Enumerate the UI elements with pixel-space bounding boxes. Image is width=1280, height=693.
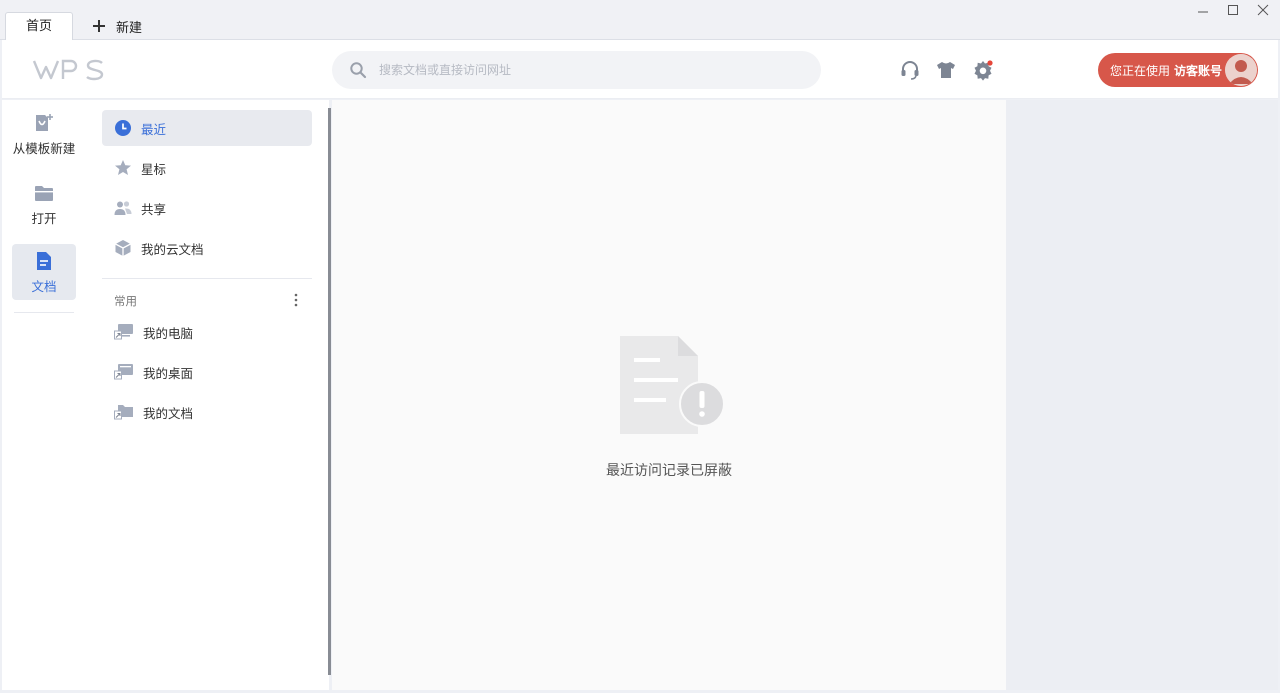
close-button[interactable] xyxy=(1248,0,1278,20)
account-name: 访客账号 xyxy=(1174,63,1223,78)
rail-item-label: 文档 xyxy=(31,279,57,294)
nav-item-label: 最近 xyxy=(141,121,167,137)
left-rail: 从模板新建 打开 文档 xyxy=(2,100,86,690)
rail-item-template-new[interactable]: 从模板新建 xyxy=(12,106,76,162)
empty-state-message: 最近访问记录已屏蔽 xyxy=(606,463,732,479)
nav-panel: 最近 星标 共享 我的云文档 常用 我的电脑 我的桌面 我的文档 xyxy=(86,100,331,690)
new-tab-button[interactable]: 新建 xyxy=(90,14,142,38)
nav-item-cloud-docs[interactable]: 我的云文档 xyxy=(102,230,312,266)
nav-item-my-desktop[interactable]: 我的桌面 xyxy=(102,354,312,390)
notification-dot xyxy=(987,60,993,66)
search-input[interactable] xyxy=(379,63,799,77)
wps-logo xyxy=(32,59,104,81)
nav-item-my-computer[interactable]: 我的电脑 xyxy=(102,314,312,350)
rail-divider xyxy=(14,312,74,313)
desktop-shortcut-icon xyxy=(114,364,133,380)
nav-item-label: 共享 xyxy=(141,201,167,217)
folder-shortcut-icon xyxy=(114,405,133,420)
title-bar: 首页 新建 xyxy=(0,0,1280,41)
nav-item-label: 我的桌面 xyxy=(143,365,194,381)
more-vertical-icon[interactable] xyxy=(291,292,301,308)
nav-item-my-documents[interactable]: 我的文档 xyxy=(102,394,312,430)
nav-item-label: 我的电脑 xyxy=(143,325,194,341)
user-avatar-icon xyxy=(1225,54,1257,86)
rail-item-label: 从模板新建 xyxy=(12,141,76,156)
maximize-icon xyxy=(1228,5,1238,15)
folder-open-icon xyxy=(35,186,53,201)
section-label-frequent: 常用 xyxy=(114,294,137,308)
cloud-box-icon xyxy=(115,240,131,256)
star-icon xyxy=(115,160,131,175)
main-content: 最近访问记录已屏蔽 xyxy=(332,100,1006,690)
rail-item-label: 打开 xyxy=(31,211,57,226)
nav-item-starred[interactable]: 星标 xyxy=(102,150,312,186)
account-prefix: 您正在使用 xyxy=(1110,63,1171,78)
nav-item-label: 我的云文档 xyxy=(141,241,204,257)
rail-item-documents[interactable]: 文档 xyxy=(12,244,76,300)
template-new-icon xyxy=(36,114,53,131)
nav-item-recent[interactable]: 最近 xyxy=(102,110,312,146)
new-tab-label: 新建 xyxy=(116,20,143,36)
rail-item-open[interactable]: 打开 xyxy=(12,176,76,232)
nav-divider xyxy=(102,278,312,279)
minimize-icon xyxy=(1198,11,1208,13)
tab-home[interactable]: 首页 xyxy=(5,12,73,41)
search-box[interactable] xyxy=(332,51,821,89)
nav-item-shared[interactable]: 共享 xyxy=(102,190,312,226)
document-icon xyxy=(37,252,51,270)
nav-item-label: 星标 xyxy=(141,161,167,177)
nav-scrollbar[interactable] xyxy=(328,108,331,675)
account-button[interactable]: 您正在使用 访客账号 xyxy=(1098,53,1258,87)
plus-icon xyxy=(90,17,108,35)
minimize-button[interactable] xyxy=(1188,0,1218,20)
avatar[interactable] xyxy=(1225,54,1257,86)
search-icon xyxy=(350,62,367,79)
settings-gear-icon[interactable] xyxy=(972,59,994,81)
empty-document-warning-icon xyxy=(620,336,725,434)
close-icon xyxy=(1257,4,1269,16)
right-panel xyxy=(1006,100,1278,690)
skin-shirt-icon[interactable] xyxy=(935,59,957,81)
header: 您正在使用 访客账号 xyxy=(2,40,1278,99)
clock-icon xyxy=(115,120,131,136)
maximize-button[interactable] xyxy=(1218,0,1248,20)
nav-item-label: 我的文档 xyxy=(143,405,194,421)
computer-shortcut-icon xyxy=(114,324,133,340)
headset-icon[interactable] xyxy=(899,59,921,81)
people-icon xyxy=(114,201,132,215)
